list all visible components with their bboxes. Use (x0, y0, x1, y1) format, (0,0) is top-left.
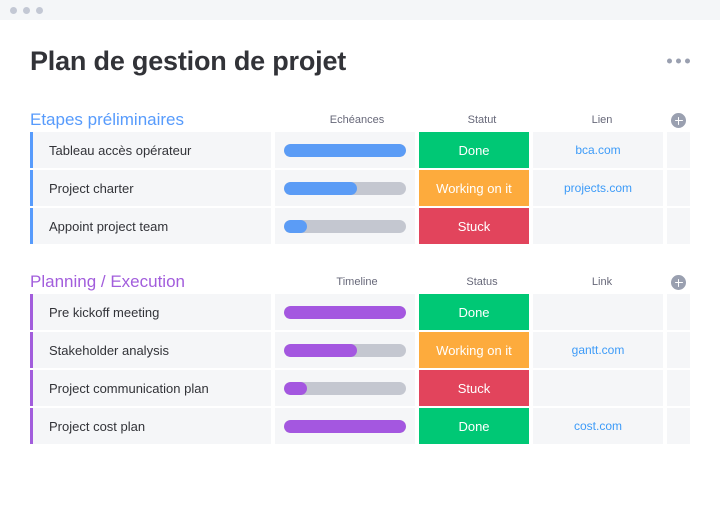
window-maximize-dot[interactable] (36, 6, 43, 14)
row-tail-cell[interactable] (667, 208, 690, 244)
row-tail-cell[interactable] (667, 132, 690, 168)
board-more-menu-button[interactable] (667, 58, 690, 64)
row-link[interactable]: bca.com (575, 143, 620, 157)
progress-bar-fill (284, 305, 406, 319)
progress-bar-track (284, 305, 406, 319)
row-link[interactable]: cost.com (574, 419, 622, 433)
progress-bar-fill (284, 219, 308, 233)
row-link[interactable]: projects.com (564, 181, 632, 195)
progress-bar-track (284, 143, 406, 157)
row-task-name[interactable]: Project cost plan (33, 408, 271, 444)
progress-bar-track (284, 381, 406, 395)
row-task-name[interactable]: Pre kickoff meeting (33, 294, 271, 330)
board-group: Etapes préliminaires Echéances Statut Lien T… (30, 102, 690, 244)
progress-bar-fill (284, 181, 358, 195)
column-header-status[interactable]: Status (427, 277, 537, 290)
row-tail-cell[interactable] (667, 170, 690, 206)
row-task-name[interactable]: Appoint project team (33, 208, 271, 244)
row-link-cell[interactable] (533, 370, 663, 406)
progress-bar-track (284, 419, 406, 433)
row-link-cell[interactable]: gantt.com (533, 332, 663, 368)
row-tail-cell[interactable] (667, 332, 690, 368)
status-badge[interactable]: Done (419, 132, 529, 168)
group-rows: Tableau accès opérateur Done bca.com Projec… (30, 132, 690, 244)
group-header: Etapes préliminaires Echéances Statut Lien (30, 102, 690, 132)
row-link-cell[interactable]: projects.com (533, 170, 663, 206)
add-column-cell (667, 275, 690, 292)
board-groups: Etapes préliminaires Echéances Statut Lien T… (30, 102, 690, 444)
progress-bar-fill (284, 143, 406, 157)
row-task-name[interactable]: Project communication plan (33, 370, 271, 406)
more-dot-2 (676, 58, 681, 64)
row-timeline-cell[interactable] (275, 132, 415, 168)
board-group: Planning / Execution Timeline Status Link Pr… (30, 264, 690, 444)
row-tail-cell[interactable] (667, 294, 690, 330)
row-task-name[interactable]: Stakeholder analysis (33, 332, 271, 368)
column-header-status[interactable]: Statut (427, 115, 537, 128)
add-column-plus-icon[interactable] (671, 275, 686, 290)
status-badge[interactable]: Done (419, 294, 529, 330)
row-timeline-cell[interactable] (275, 370, 415, 406)
row-timeline-cell[interactable] (275, 332, 415, 368)
status-badge[interactable]: Done (419, 408, 529, 444)
status-badge[interactable]: Stuck (419, 208, 529, 244)
progress-bar-track (284, 343, 406, 357)
column-header-link[interactable]: Lien (537, 115, 667, 128)
row-link[interactable]: gantt.com (572, 343, 625, 357)
column-header-timeline[interactable]: Timeline (287, 277, 427, 290)
group-title[interactable]: Planning / Execution (30, 273, 185, 292)
table-row[interactable]: Project communication plan Stuck (30, 370, 690, 406)
group-title[interactable]: Etapes préliminaires (30, 111, 184, 130)
progress-bar-fill (284, 343, 358, 357)
table-row[interactable]: Project cost plan Done cost.com (30, 408, 690, 444)
row-link-cell[interactable] (533, 208, 663, 244)
column-header-link[interactable]: Link (537, 277, 667, 290)
window-minimize-dot[interactable] (23, 6, 30, 14)
more-dot-3 (685, 58, 690, 64)
add-column-plus-icon[interactable] (671, 113, 686, 128)
row-tail-cell[interactable] (667, 408, 690, 444)
row-timeline-cell[interactable] (275, 170, 415, 206)
row-tail-cell[interactable] (667, 370, 690, 406)
progress-bar-fill (284, 419, 406, 433)
row-task-name[interactable]: Project charter (33, 170, 271, 206)
window-titlebar (0, 0, 720, 20)
table-row[interactable]: Tableau accès opérateur Done bca.com (30, 132, 690, 168)
add-column-cell (667, 113, 690, 130)
table-row[interactable]: Appoint project team Stuck (30, 208, 690, 244)
page-title: Plan de gestion de projet (30, 45, 347, 76)
status-badge[interactable]: Working on it (419, 332, 529, 368)
table-row[interactable]: Stakeholder analysis Working on it gantt.c… (30, 332, 690, 368)
group-rows: Pre kickoff meeting Done Stakeholder analy… (30, 294, 690, 444)
window-close-dot[interactable] (10, 6, 17, 14)
progress-bar-fill (284, 381, 308, 395)
more-dot-1 (667, 58, 672, 64)
table-row[interactable]: Project charter Working on it projects.com (30, 170, 690, 206)
row-timeline-cell[interactable] (275, 208, 415, 244)
column-header-timeline[interactable]: Echéances (287, 115, 427, 128)
row-link-cell[interactable]: bca.com (533, 132, 663, 168)
app-window: Plan de gestion de projet Etapes prélimi… (0, 0, 720, 509)
group-header: Planning / Execution Timeline Status Link (30, 264, 690, 294)
row-link-cell[interactable] (533, 294, 663, 330)
column-headers: Echéances Statut Lien (287, 113, 690, 130)
status-badge[interactable]: Working on it (419, 170, 529, 206)
progress-bar-track (284, 181, 406, 195)
board-header: Plan de gestion de projet (30, 20, 690, 102)
status-badge[interactable]: Stuck (419, 370, 529, 406)
board-page: Plan de gestion de projet Etapes prélimi… (0, 20, 720, 509)
row-task-name[interactable]: Tableau accès opérateur (33, 132, 271, 168)
row-link-cell[interactable]: cost.com (533, 408, 663, 444)
column-headers: Timeline Status Link (287, 275, 690, 292)
row-timeline-cell[interactable] (275, 408, 415, 444)
row-timeline-cell[interactable] (275, 294, 415, 330)
table-row[interactable]: Pre kickoff meeting Done (30, 294, 690, 330)
progress-bar-track (284, 219, 406, 233)
